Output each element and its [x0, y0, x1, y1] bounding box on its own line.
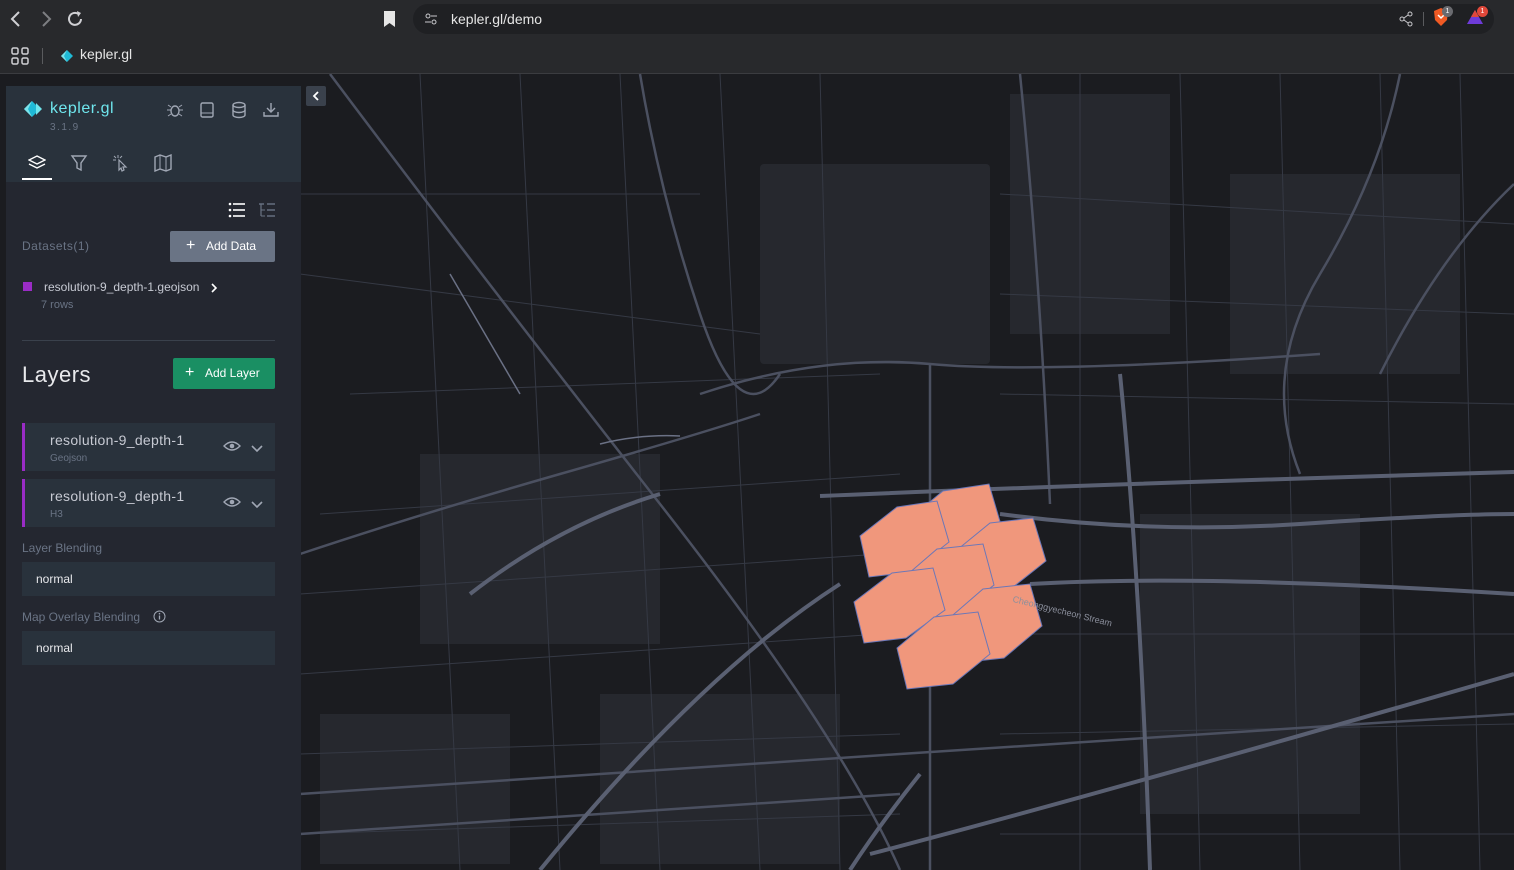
add-layer-label: Add Layer	[205, 366, 260, 380]
shield-badge: 1	[1442, 6, 1453, 17]
tab-title[interactable]: kepler.gl	[80, 45, 132, 63]
tab-separator	[42, 48, 43, 64]
app-logo-text: kepler.gl	[50, 100, 115, 117]
tab-bar: kepler.gl	[0, 38, 1514, 74]
browser-toolbar: kepler.gl/demo 1 1	[0, 0, 1514, 38]
tab-basemap-icon[interactable]	[154, 153, 172, 173]
bookmark-icon[interactable]	[380, 8, 400, 30]
layer-panel[interactable]: resolution-9_depth-1 H3	[22, 479, 275, 527]
add-data-button[interactable]: + Add Data	[170, 231, 275, 262]
download-icon[interactable]	[262, 101, 280, 119]
visibility-eye-icon[interactable]	[223, 495, 241, 509]
panel-divider	[22, 340, 275, 341]
reload-icon[interactable]	[64, 8, 86, 30]
layer-name[interactable]: resolution-9_depth-1	[50, 488, 184, 504]
site-info-icon[interactable]	[423, 11, 439, 27]
side-panel: kepler.gl 3.1.9 Datasets(1) + Add Data r…	[6, 86, 301, 870]
add-layer-button[interactable]: + Add Layer	[173, 358, 275, 389]
address-bar[interactable]: kepler.gl/demo	[413, 4, 1494, 34]
forward-icon[interactable]	[35, 8, 57, 30]
layer-type: Geojson	[50, 453, 88, 464]
share-icon[interactable]	[1398, 11, 1414, 27]
layers-title: Layers	[22, 362, 92, 387]
chevron-left-icon	[312, 91, 319, 101]
map-overlay-blending-value: normal	[36, 641, 73, 655]
docs-book-icon[interactable]	[198, 101, 216, 119]
add-data-label: Add Data	[206, 239, 257, 253]
database-icon[interactable]	[230, 101, 248, 119]
active-tab-indicator	[22, 178, 52, 180]
chevron-down-icon[interactable]	[251, 497, 263, 509]
layer-blending-select[interactable]: normal	[22, 562, 275, 596]
map-overlay-blending-select[interactable]: normal	[22, 631, 275, 665]
plus-icon: +	[186, 237, 196, 254]
dataset-color-swatch	[23, 282, 32, 291]
plus-icon: +	[185, 364, 195, 381]
tab-layers-icon[interactable]	[27, 154, 47, 172]
layer-blending-value: normal	[36, 572, 73, 586]
back-icon[interactable]	[5, 8, 27, 30]
list-view-icon[interactable]	[228, 202, 246, 218]
collapse-panel-button[interactable]	[306, 86, 326, 106]
bug-report-icon[interactable]	[166, 101, 184, 119]
app-version: 3.1.9	[50, 122, 80, 133]
chevron-right-icon[interactable]	[210, 281, 218, 293]
layer-name[interactable]: resolution-9_depth-1	[50, 432, 184, 448]
dataset-row-count: 7 rows	[41, 299, 74, 311]
dataset-name[interactable]: resolution-9_depth-1.geojson	[44, 280, 199, 294]
rewards-badge: 1	[1477, 6, 1488, 17]
kepler-favicon-icon	[59, 48, 75, 64]
tab-filters-icon[interactable]	[70, 154, 88, 172]
kepler-logo-icon	[22, 101, 46, 117]
tree-view-icon[interactable]	[258, 202, 276, 218]
map-overlay-blending-label: Map Overlay Blending	[22, 610, 141, 624]
layer-blending-label: Layer Blending	[22, 541, 103, 555]
url-text[interactable]: kepler.gl/demo	[451, 10, 542, 28]
info-icon[interactable]	[153, 610, 166, 623]
omnibox-divider	[1423, 12, 1424, 26]
panel-header: kepler.gl 3.1.9	[6, 86, 301, 182]
visibility-eye-icon[interactable]	[223, 439, 241, 453]
layer-panel[interactable]: resolution-9_depth-1 Geojson	[22, 423, 275, 471]
apps-grid-icon[interactable]	[11, 47, 29, 65]
chevron-down-icon[interactable]	[251, 441, 263, 453]
datasets-label: Datasets(1)	[22, 239, 90, 253]
layer-type: H3	[50, 509, 63, 520]
tab-interactions-icon[interactable]	[112, 154, 130, 172]
